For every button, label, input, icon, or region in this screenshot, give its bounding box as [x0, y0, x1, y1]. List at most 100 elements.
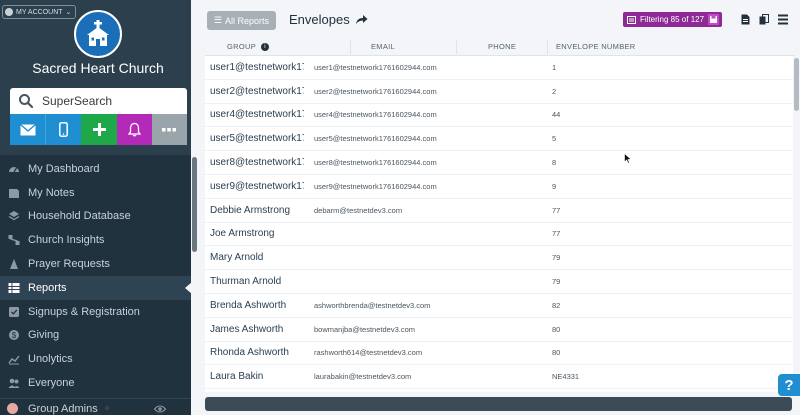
email-cell: user1@testnetwork1761602944.com: [314, 62, 437, 72]
people-icon: [7, 377, 20, 390]
group-name-link[interactable]: user5@testnetwork1761602944.com: [210, 133, 304, 144]
report-toolbar: ☰ All Reports Envelopes Filtering 85 of …: [200, 0, 800, 38]
nav-label: Church Insights: [28, 234, 105, 247]
envelope-number-cell: 44: [552, 110, 561, 120]
add-button[interactable]: [81, 114, 117, 145]
filter-label: Filtering 85 of 127: [640, 15, 705, 24]
nav-label: My Notes: [28, 186, 75, 199]
notifications-button[interactable]: [116, 114, 152, 145]
info-icon[interactable]: i: [261, 42, 270, 51]
group-name-link[interactable]: Mary Arnold: [210, 252, 304, 263]
email-cell: user9@testnetwork1761602944.com: [314, 181, 437, 191]
envelope-number-cell: 5: [552, 134, 557, 144]
nav-item-giving[interactable]: $ Giving: [0, 324, 191, 348]
group-name-link[interactable]: user1@testnetwork1761602944.com: [210, 62, 304, 73]
supersearch-box[interactable]: [10, 88, 187, 114]
nav-item-prayer-requests[interactable]: Prayer Requests: [0, 252, 191, 276]
nav-item-everyone[interactable]: Everyone: [0, 371, 191, 395]
nav-label: Signups & Registration: [28, 305, 140, 318]
group-admins-item[interactable]: Group Admins ⁘: [0, 398, 191, 415]
user-avatar-icon: [5, 8, 13, 16]
envelope-number-cell: 80: [552, 324, 561, 334]
table-vertical-scrollbar[interactable]: [794, 58, 799, 111]
save-filter-button[interactable]: [708, 14, 720, 25]
columns-icon[interactable]: [778, 14, 788, 25]
envelope-number-cell: 79: [552, 277, 561, 287]
group-name-link[interactable]: Brenda Ashworth: [210, 300, 304, 311]
column-header-group[interactable]: GROUP i: [227, 42, 270, 51]
column-divider: [547, 40, 548, 54]
table-row: user5@testnetwork1761602944.com user5@te…: [205, 127, 793, 152]
table-row: Joe Armstrong 77: [205, 223, 793, 247]
table-row: Thurman Arnold 79: [205, 270, 793, 294]
nav-item-signups-registration[interactable]: Signups & Registration: [0, 300, 191, 324]
table-horizontal-scrollbar[interactable]: [205, 397, 792, 411]
email-cell: debarm@testnetdev3.com: [314, 205, 403, 215]
sidebar: MY ACCOUNT ⌄ Sacred Heart Church SuperSe…: [0, 0, 192, 415]
giving-icon: $: [7, 329, 20, 342]
copy-icon[interactable]: [759, 14, 769, 25]
group-name-link[interactable]: Joe Armstrong: [210, 228, 304, 239]
column-header-phone[interactable]: PHONE: [488, 42, 516, 51]
mouse-cursor-icon: [624, 153, 632, 164]
group-name-link[interactable]: Debbie Armstrong: [210, 205, 304, 216]
church-logo[interactable]: [74, 10, 122, 58]
sidebar-scrollbar[interactable]: [192, 157, 197, 252]
email-cell: bowmanjba@testnetdev3.com: [314, 324, 416, 334]
column-header-envelope-number[interactable]: ENVELOPE NUMBER: [556, 42, 636, 51]
signup-icon: [7, 305, 20, 318]
nav-label: Household Database: [28, 210, 131, 223]
group-name-link[interactable]: user8@testnetwork1761602944.com: [210, 157, 304, 168]
envelope-number-cell: 2: [552, 86, 557, 96]
table-row: user2@testnetwork1761602944.com user2@te…: [205, 80, 793, 104]
phone-button[interactable]: [45, 114, 82, 145]
nav-item-unolytics[interactable]: Unolytics: [0, 347, 191, 371]
envelope-icon: [19, 123, 36, 135]
group-name-link[interactable]: Laura Bakin: [210, 371, 304, 382]
group-name-link[interactable]: user9@testnetwork1761602944.com: [210, 181, 304, 192]
group-name-link[interactable]: Thurman Arnold: [210, 276, 304, 287]
supersearch-input[interactable]: [42, 94, 172, 108]
help-button[interactable]: ?: [778, 374, 800, 396]
email-cell: rashworth614@testnetdev3.com: [314, 348, 423, 358]
group-name-link[interactable]: James Ashworth: [210, 324, 304, 335]
main-nav: My Dashboard My Notes Household Database…: [0, 157, 192, 395]
church-icon: [87, 20, 109, 46]
my-account-label: MY ACCOUNT: [16, 8, 63, 16]
nav-item-household-database[interactable]: Household Database: [0, 205, 191, 229]
all-reports-button[interactable]: ☰ All Reports: [207, 11, 276, 30]
group-name-link[interactable]: user4@testnetwork1761602944.com: [210, 109, 304, 120]
nav-item-reports[interactable]: Reports: [0, 275, 192, 300]
page-title: Envelopes: [289, 12, 368, 27]
table-header: GROUP i EMAIL PHONE ENVELOPE NUMBER: [205, 38, 795, 56]
filter-badge[interactable]: Filtering 85 of 127: [623, 12, 723, 27]
group-name-link[interactable]: Rhonda Ashworth: [210, 347, 304, 358]
my-account-button[interactable]: MY ACCOUNT ⌄: [2, 5, 77, 19]
envelope-number-cell: 80: [552, 348, 561, 358]
pdf-icon[interactable]: [741, 14, 750, 25]
table-row: user4@testnetwork1761602944.com user4@te…: [205, 104, 793, 128]
nav-item-my-dashboard[interactable]: My Dashboard: [0, 157, 191, 181]
hamburger-icon: ☰: [213, 15, 223, 25]
nav-label: My Dashboard: [28, 162, 100, 175]
table-row: Mary Arnold 79: [205, 246, 793, 271]
more-button[interactable]: [151, 114, 188, 145]
column-divider: [456, 40, 457, 54]
nav-label: Unolytics: [28, 353, 73, 366]
email-button[interactable]: [10, 114, 46, 145]
eye-icon[interactable]: [154, 404, 167, 413]
email-cell: user4@testnetwork1761602944.com: [314, 110, 437, 120]
table-row: user8@testnetwork1761602944.com user8@te…: [205, 151, 793, 175]
group-icon: ⁘: [103, 404, 111, 413]
group-name-link[interactable]: user2@testnetwork1761602944.com: [210, 86, 304, 97]
column-header-email[interactable]: EMAIL: [371, 42, 395, 51]
nav-item-my-notes[interactable]: My Notes: [0, 181, 191, 205]
table-row: user9@testnetwork1761602944.com user9@te…: [205, 175, 793, 199]
filter-icon: [627, 15, 636, 24]
chevron-down-icon: ⌄: [65, 9, 72, 16]
nav-item-church-insights[interactable]: Church Insights: [0, 228, 191, 252]
share-icon[interactable]: [355, 14, 368, 25]
email-cell: laurabakin@testnetdev3.com: [314, 372, 412, 382]
envelope-number-cell: 1: [552, 62, 557, 72]
envelope-number-cell: 79: [552, 253, 561, 263]
